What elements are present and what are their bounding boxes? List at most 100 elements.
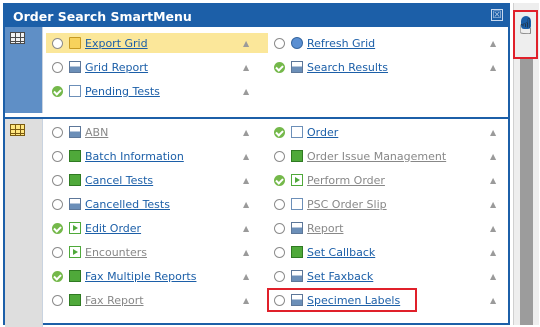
radio-button[interactable] <box>52 246 63 258</box>
menu-item-cancel-tests[interactable]: Cancel Tests ▲ <box>46 170 268 190</box>
grid-icon <box>10 32 25 44</box>
radio-button[interactable] <box>52 174 63 186</box>
pin-icon[interactable]: ▲ <box>243 224 249 233</box>
pin-icon[interactable]: ▲ <box>490 296 496 305</box>
menu-item-search-results[interactable]: Search Results ▲ <box>268 57 508 77</box>
radio-button[interactable] <box>52 61 63 73</box>
pin-icon[interactable]: ▲ <box>243 39 249 48</box>
menu-item-label[interactable]: Encounters <box>85 246 147 259</box>
check-icon[interactable] <box>52 85 63 97</box>
green-doc-icon <box>69 150 81 162</box>
check-icon[interactable] <box>274 174 285 186</box>
printer-icon <box>291 294 303 306</box>
radio-button[interactable] <box>274 150 285 162</box>
menu-item-batch-information[interactable]: Batch Information ▲ <box>46 146 268 166</box>
menu-item-abn[interactable]: ABN ▲ <box>46 122 268 142</box>
radio-button[interactable] <box>52 294 63 306</box>
menu-item-set-callback[interactable]: Set Callback ▲ <box>268 242 508 262</box>
pin-icon[interactable]: ▲ <box>243 63 249 72</box>
printer-icon <box>69 198 81 210</box>
radio-button[interactable] <box>274 246 285 258</box>
pin-icon[interactable]: ▲ <box>243 248 249 257</box>
smartmenu-panel: Order Search SmartMenu ☒ Export Grid ▲ R… <box>3 3 510 327</box>
check-icon[interactable] <box>274 61 285 73</box>
radio-button[interactable] <box>274 222 285 234</box>
pin-icon[interactable]: ▲ <box>490 128 496 137</box>
menu-item-label[interactable]: ABN <box>85 126 108 139</box>
check-icon[interactable] <box>52 222 63 234</box>
pin-icon[interactable]: ▲ <box>490 272 496 281</box>
menu-item-specimen-labels[interactable]: Specimen Labels <box>267 288 417 312</box>
radio-button[interactable] <box>52 37 63 49</box>
scrollbar-thumb[interactable] <box>520 39 533 325</box>
menu-item-label[interactable]: Refresh Grid <box>307 37 375 50</box>
menu-item-label[interactable]: Report <box>307 222 343 235</box>
menu-item-label[interactable]: Pending Tests <box>85 85 160 98</box>
green-doc-icon <box>291 246 303 258</box>
check-icon[interactable] <box>52 270 63 282</box>
menu-item-label[interactable]: Set Callback <box>307 246 375 259</box>
panel-title: Order Search SmartMenu <box>13 8 192 24</box>
green-doc-icon <box>291 150 303 162</box>
menu-item-label[interactable]: Grid Report <box>85 61 148 74</box>
menu-item-label[interactable]: Set Faxback <box>307 270 373 283</box>
pin-icon[interactable]: ▲ <box>243 87 249 96</box>
pin-icon[interactable]: ▲ <box>490 63 496 72</box>
menu-item-label[interactable]: Fax Multiple Reports <box>85 270 196 283</box>
grid-icon <box>10 124 25 136</box>
menu-item-set-faxback[interactable]: Set Faxback ▲ <box>268 266 508 286</box>
menu-item-label[interactable]: Batch Information <box>85 150 184 163</box>
menu-item-perform-order[interactable]: Perform Order ▲ <box>268 170 508 190</box>
menu-item-cancelled-tests[interactable]: Cancelled Tests ▲ <box>46 194 268 214</box>
arrow-icon <box>69 222 81 234</box>
document-icon <box>291 198 303 210</box>
menu-item-label[interactable]: Order <box>307 126 338 139</box>
menu-item-label[interactable]: Export Grid <box>85 37 148 50</box>
menu-item-label[interactable]: Search Results <box>307 61 388 74</box>
radio-button[interactable] <box>52 126 63 138</box>
menu-item-label[interactable]: Cancel Tests <box>85 174 153 187</box>
radio-button[interactable] <box>52 198 63 210</box>
panel-titlebar: Order Search SmartMenu ☒ <box>5 5 508 27</box>
menu-item-fax-report[interactable]: Fax Report ▲ <box>46 290 268 310</box>
menu-item-label[interactable]: Edit Order <box>85 222 141 235</box>
menu-item-pending-tests[interactable]: Pending Tests ▲ <box>46 81 268 101</box>
menu-item-grid-report[interactable]: Grid Report ▲ <box>46 57 268 77</box>
printer-icon <box>291 61 303 73</box>
radio-button[interactable] <box>274 198 285 210</box>
document-icon <box>291 126 303 138</box>
check-icon[interactable] <box>274 126 285 138</box>
close-icon[interactable]: ☒ <box>491 9 503 21</box>
menu-item-label[interactable]: Fax Report <box>85 294 144 307</box>
menu-item-encounters[interactable]: Encounters ▲ <box>46 242 268 262</box>
pin-icon[interactable]: ▲ <box>490 200 496 209</box>
menu-item-export-grid[interactable]: Export Grid ▲ <box>46 33 268 53</box>
menu-item-refresh-grid[interactable]: Refresh Grid ▲ <box>268 33 508 53</box>
pin-icon[interactable]: ▲ <box>490 248 496 257</box>
menu-item-label[interactable]: Order Issue Management <box>307 150 446 163</box>
pin-icon[interactable]: ▲ <box>490 152 496 161</box>
pin-icon[interactable]: ▲ <box>243 176 249 185</box>
menu-item-label[interactable]: Cancelled Tests <box>85 198 170 211</box>
radio-button[interactable] <box>274 270 285 282</box>
pin-icon[interactable]: ▲ <box>243 152 249 161</box>
menu-item-label[interactable]: Specimen Labels <box>307 294 400 307</box>
menu-item-label[interactable]: Perform Order <box>307 174 385 187</box>
menu-item-label[interactable]: PSC Order Slip <box>307 198 387 211</box>
menu-item-fax-multiple-reports[interactable]: Fax Multiple Reports ▲ <box>46 266 268 286</box>
radio-button[interactable] <box>52 150 63 162</box>
menu-item-order-issue-management[interactable]: Order Issue Management ▲ <box>268 146 508 166</box>
pin-icon[interactable]: ▲ <box>243 272 249 281</box>
pin-icon[interactable]: ▲ <box>490 224 496 233</box>
menu-item-edit-order[interactable]: Edit Order ▲ <box>46 218 268 238</box>
pin-icon[interactable]: ▲ <box>243 200 249 209</box>
radio-button[interactable] <box>274 294 285 306</box>
menu-item-psc-order-slip[interactable]: PSC Order Slip ▲ <box>268 194 508 214</box>
menu-item-order[interactable]: Order ▲ <box>268 122 508 142</box>
pin-icon[interactable]: ▲ <box>490 176 496 185</box>
radio-button[interactable] <box>274 37 285 49</box>
pin-icon[interactable]: ▲ <box>490 39 496 48</box>
pin-icon[interactable]: ▲ <box>243 296 249 305</box>
menu-item-report[interactable]: Report ▲ <box>268 218 508 238</box>
pin-icon[interactable]: ▲ <box>243 128 249 137</box>
